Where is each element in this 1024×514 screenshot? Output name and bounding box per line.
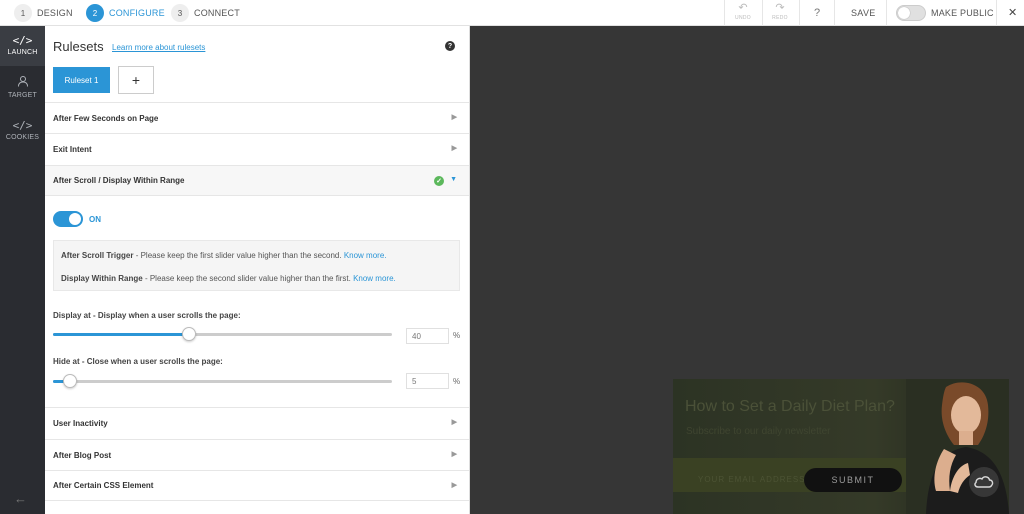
know-more-link[interactable]: Know more. (353, 274, 396, 283)
toolbar-divider (799, 0, 800, 26)
step-number: 3 (171, 4, 189, 22)
info-line: Display Within Range - Please keep the s… (61, 274, 396, 283)
tab-ruleset-1[interactable]: Ruleset 1 (53, 67, 110, 93)
rule-label: After Certain CSS Element (53, 481, 154, 490)
toolbar-divider (724, 0, 725, 26)
toggle-state-label: ON (89, 215, 101, 224)
slider-thumb[interactable] (63, 374, 77, 388)
undo-button[interactable]: ↶ UNDO (728, 2, 758, 22)
submit-button[interactable]: SUBMIT (804, 468, 902, 492)
caret-right-icon: ▶ (451, 482, 457, 489)
save-button[interactable]: SAVE (851, 8, 876, 18)
popup-title: How to Set a Daily Diet Plan? (685, 398, 895, 415)
help-icon[interactable]: ? (445, 41, 455, 51)
display-at-input[interactable]: 40 (406, 328, 449, 344)
caret-right-icon: ▶ (451, 114, 457, 121)
code-icon: </> (12, 34, 33, 47)
email-field[interactable]: YOUR EMAIL ADDRESS (698, 475, 806, 484)
add-ruleset-button[interactable]: + (118, 66, 154, 94)
undo-icon: ↶ (738, 2, 748, 14)
info-title: Display Within Range (61, 274, 143, 283)
undo-label: UNDO (735, 15, 751, 21)
close-icon[interactable]: ✕ (1008, 6, 1017, 19)
rule-row[interactable]: Exit Intent ▶ (45, 133, 469, 164)
step-label: CONFIGURE (109, 8, 165, 18)
step-configure[interactable]: 2 CONFIGURE (86, 4, 165, 22)
rule-label: After Scroll / Display Within Range (53, 176, 185, 185)
rule-row-expanded[interactable]: After Scroll / Display Within Range ✓ ▼ (45, 165, 469, 196)
learn-more-link[interactable]: Learn more about rulesets (112, 43, 205, 52)
percent-unit: % (453, 377, 461, 386)
info-box: After Scroll Trigger - Please keep the f… (53, 240, 460, 291)
make-public-label: MAKE PUBLIC (931, 8, 994, 18)
rule-label: After Few Seconds on Page (53, 113, 159, 123)
percent-unit: % (453, 331, 461, 340)
display-at-slider[interactable] (53, 327, 392, 341)
rule-row[interactable]: After Few Seconds on Page ▶ (45, 102, 469, 133)
cloud-icon (974, 476, 994, 488)
redo-icon: ↷ (775, 2, 785, 14)
nav-cookies[interactable]: </> COOKIES (0, 120, 45, 154)
nav-target[interactable]: TARGET (0, 75, 45, 109)
hide-at-input[interactable]: 5 (406, 373, 449, 389)
redo-label: REDO (772, 15, 788, 21)
caret-right-icon: ▶ (451, 419, 457, 426)
slider-fill (53, 333, 189, 336)
hide-at-slider[interactable] (53, 374, 392, 388)
display-at-label: Display at - Display when a user scrolls… (53, 311, 241, 320)
step-connect[interactable]: 3 CONNECT (171, 4, 240, 22)
popup-preview: How to Set a Daily Diet Plan? Subscribe … (470, 26, 1024, 514)
rule-label: Exit Intent (53, 144, 92, 154)
rule-toggle[interactable] (53, 211, 83, 227)
toolbar-divider (996, 0, 997, 26)
ruleset-panel: Rulesets Learn more about rulesets ? Rul… (45, 26, 470, 514)
code-icon: </> (12, 119, 33, 132)
page-title: Rulesets (53, 39, 104, 54)
make-public-toggle[interactable] (896, 5, 926, 21)
nav-label: COOKIES (5, 134, 40, 141)
nav-label: TARGET (7, 92, 38, 99)
hide-at-label: Hide at - Close when a user scrolls the … (53, 357, 223, 366)
step-label: DESIGN (37, 8, 73, 18)
info-title: After Scroll Trigger (61, 251, 134, 260)
check-icon: ✓ (434, 176, 444, 186)
newsletter-popup: How to Set a Daily Diet Plan? Subscribe … (673, 379, 1009, 514)
user-icon (0, 75, 45, 90)
step-label: CONNECT (194, 8, 240, 18)
left-nav: </> LAUNCH TARGET </> COOKIES ← (0, 26, 45, 514)
toolbar-divider (762, 0, 763, 26)
caret-right-icon: ▶ (451, 451, 457, 458)
redo-button[interactable]: ↷ REDO (765, 2, 795, 22)
toolbar-divider (886, 0, 887, 26)
help-button[interactable]: ? (811, 7, 823, 19)
rule-label: After Blog Post (53, 450, 112, 460)
step-number: 2 (86, 4, 104, 22)
caret-down-icon: ▼ (450, 176, 457, 183)
toolbar-divider (834, 0, 835, 26)
back-arrow-icon[interactable]: ← (14, 491, 27, 506)
know-more-link[interactable]: Know more. (344, 251, 387, 260)
cloud-badge (969, 467, 999, 497)
nav-label: LAUNCH (7, 49, 38, 56)
top-bar: 1 DESIGN 2 CONFIGURE 3 CONNECT ↶ UNDO ↷ … (0, 0, 1024, 26)
caret-right-icon: ▶ (451, 145, 457, 152)
step-number: 1 (14, 4, 32, 22)
info-text: - Please keep the second slider value hi… (142, 274, 354, 283)
rule-row[interactable]: After Blog Post ▶ (45, 439, 469, 470)
info-line: After Scroll Trigger - Please keep the f… (61, 251, 387, 260)
popup-subtitle: Subscribe to our daily newsletter (686, 426, 831, 437)
step-design[interactable]: 1 DESIGN (14, 4, 73, 22)
rule-row[interactable]: After Certain CSS Element ▶ (45, 470, 469, 501)
rule-label: User Inactivity (53, 418, 108, 428)
info-text: - Please keep the first slider value hig… (133, 251, 344, 260)
nav-launch[interactable]: </> LAUNCH (0, 26, 45, 66)
slider-thumb[interactable] (182, 327, 196, 341)
rule-row[interactable]: User Inactivity ▶ (45, 407, 469, 438)
